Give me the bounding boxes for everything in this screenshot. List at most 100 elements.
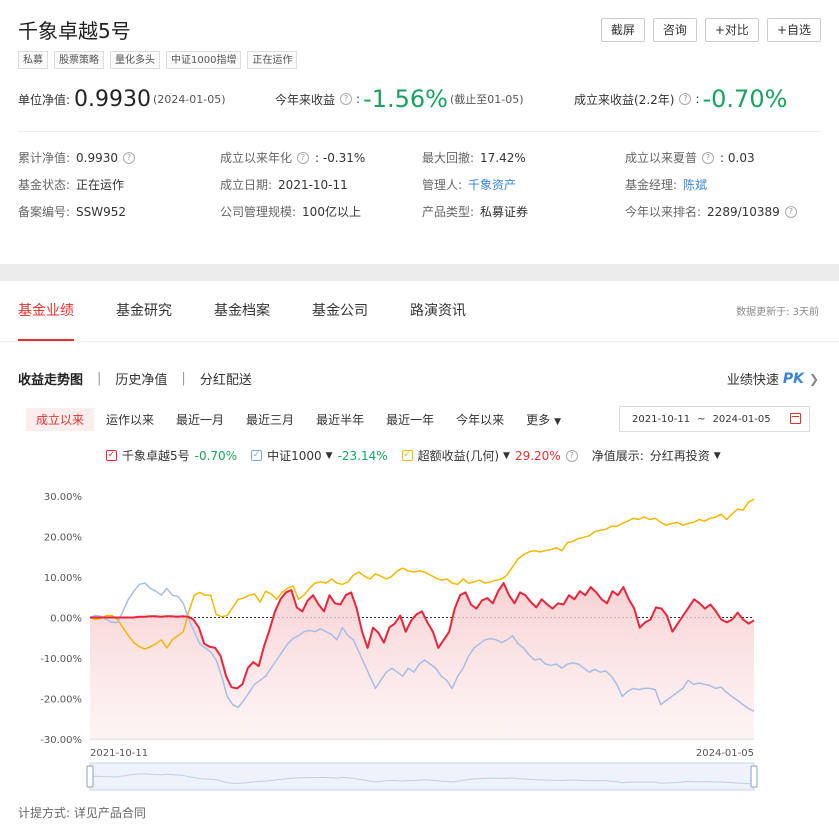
- fund-header-card: 千象卓越5号 私募 股票策略 量化多头 中证1000指增 正在运作 截屏 咨询 …: [0, 0, 839, 264]
- checkbox-checked-icon[interactable]: ✓: [401, 450, 413, 461]
- date-end: 2024-01-05: [712, 413, 771, 425]
- header-actions: 截屏 咨询 +对比 +自选: [600, 18, 821, 42]
- ytd-return: 今年来收益 ? : -1.56% (截止至01-05): [275, 84, 524, 114]
- company-scale-label: 公司管理规模:: [220, 205, 297, 219]
- ytd-colon: :: [356, 92, 361, 106]
- y-tick-label: -20.00%: [40, 695, 82, 706]
- ytd-return-label: 今年来收益: [275, 92, 336, 107]
- y-tick-label: 30.00%: [44, 492, 82, 503]
- checkbox-checked-icon[interactable]: ✓: [106, 450, 117, 461]
- tab-roadshow[interactable]: 路演资讯: [410, 281, 466, 341]
- range-3m[interactable]: 最近三月: [236, 408, 304, 431]
- consult-button[interactable]: 咨询: [652, 18, 697, 42]
- help-icon[interactable]: ?: [784, 205, 797, 218]
- max-drawdown-label: 最大回撤:: [422, 151, 475, 165]
- range-6m[interactable]: 最近半年: [306, 408, 374, 431]
- legend-excess-name: 超额收益(几何): [417, 449, 500, 463]
- help-icon[interactable]: ?: [123, 151, 136, 164]
- legend-fund-name: 千象卓越5号: [122, 449, 190, 463]
- performance-card: 基金业绩 基金研究 基金档案 基金公司 路演资讯 数据更新于: 3天前 收益走势…: [0, 281, 839, 829]
- nav-display-label: 净值展示:: [591, 449, 644, 463]
- company-scale-value: 100亿以上: [302, 205, 361, 219]
- range-more[interactable]: 更多 ▼: [516, 408, 571, 431]
- screenshot-button[interactable]: 截屏: [600, 18, 645, 42]
- caret-down-icon[interactable]: ▼: [503, 451, 510, 461]
- product-type-label: 产品类型:: [422, 205, 475, 219]
- record-number-value: SSW952: [76, 204, 127, 219]
- fund-manager-link[interactable]: 陈斌: [683, 176, 707, 193]
- range-ytd[interactable]: 今年以来: [446, 408, 514, 431]
- since-inception-return: 成立来收益(2.2年) ? : -0.70%: [574, 84, 787, 114]
- watchlist-button[interactable]: +自选: [766, 18, 821, 42]
- tab-company[interactable]: 基金公司: [312, 281, 368, 341]
- tab-research[interactable]: 基金研究: [116, 281, 172, 341]
- range-slider-handle-left[interactable]: [86, 765, 94, 788]
- date-start: 2021-10-11: [632, 413, 691, 425]
- range-since-operation[interactable]: 运作以来: [96, 408, 164, 431]
- fund-status: 基金状态: 正在运作: [18, 176, 124, 193]
- help-icon[interactable]: ?: [297, 151, 310, 164]
- caret-down-icon[interactable]: ▼: [714, 451, 721, 461]
- manager: 管理人: 千象资产: [422, 176, 516, 193]
- tab-profile[interactable]: 基金档案: [214, 281, 270, 341]
- update-note: 数据更新于: 3天前: [736, 307, 819, 318]
- x-tick-label: 2024-01-05: [696, 748, 754, 759]
- divider: [18, 131, 821, 132]
- subtab-return-trend[interactable]: 收益走势图: [18, 369, 83, 388]
- nav-display: 净值展示: 分红再投资 ▼: [592, 447, 721, 464]
- fee-method-note: 计提方式: 详见产品合同: [18, 806, 146, 820]
- range-more-label: 更多: [526, 413, 551, 427]
- y-tick-label: 20.00%: [44, 533, 82, 544]
- range-slider-handle-right[interactable]: [750, 765, 758, 788]
- pk-badge: PK: [782, 370, 804, 387]
- help-icon[interactable]: ?: [340, 93, 353, 105]
- subtab-history-nav[interactable]: 历史净值: [115, 369, 167, 388]
- inception-date-label: 成立日期:: [220, 178, 273, 192]
- tag-private[interactable]: 私募: [18, 51, 48, 69]
- compare-button[interactable]: +对比: [704, 18, 759, 42]
- tag-index-enhanced[interactable]: 中证1000指增: [166, 51, 242, 69]
- tabs-divider: [0, 341, 839, 342]
- separator: |: [97, 371, 102, 386]
- manager-label: 管理人:: [422, 178, 463, 192]
- y-tick-label: -10.00%: [40, 654, 82, 665]
- quick-pk-link[interactable]: 业绩快速 PK ❯: [727, 369, 819, 389]
- fund-manager: 基金经理: 陈斌: [625, 176, 707, 193]
- legend-index-name: 中证1000: [267, 449, 322, 463]
- fund-area: [90, 583, 754, 739]
- ytd-rank-label: 今年以来排名:: [625, 205, 702, 219]
- chart-legend: ✓ 千象卓越5号 -0.70% ✓ 中证1000 ▼ -23.14% ✓ 超额收…: [106, 447, 735, 464]
- range-since-inception[interactable]: 成立以来: [26, 408, 95, 431]
- sharpe-ratio: 成立以来夏普 ? : 0.03: [625, 149, 755, 166]
- legend-excess[interactable]: ✓ 超额收益(几何) ▼ 29.20% ?: [401, 447, 578, 464]
- date-separator: ~: [697, 413, 706, 425]
- manager-link[interactable]: 千象资产: [468, 176, 516, 193]
- subtab-dividends[interactable]: 分红配送: [200, 369, 252, 388]
- legend-fund-value: -0.70%: [194, 448, 238, 463]
- max-drawdown: 最大回撤: 17.42%: [422, 149, 526, 166]
- date-range-picker[interactable]: 2021-10-11 ~ 2024-01-05: [619, 406, 810, 432]
- record-number: 备案编号: SSW952: [18, 203, 126, 220]
- tab-performance[interactable]: 基金业绩: [18, 281, 74, 341]
- help-icon[interactable]: ?: [679, 93, 692, 105]
- nav-display-select[interactable]: 分红再投资: [650, 447, 710, 464]
- tag-strategy[interactable]: 股票策略: [54, 51, 104, 69]
- legend-index[interactable]: ✓ 中证1000 ▼ -23.14%: [251, 447, 388, 464]
- range-1m[interactable]: 最近一月: [166, 408, 234, 431]
- tag-status[interactable]: 正在运作: [247, 51, 298, 69]
- fund-manager-label: 基金经理:: [625, 178, 678, 192]
- tag-quant[interactable]: 量化多头: [110, 51, 160, 69]
- legend-fund[interactable]: ✓ 千象卓越5号 -0.70%: [106, 447, 237, 464]
- since-colon: :: [695, 92, 700, 106]
- help-icon[interactable]: ?: [702, 151, 715, 164]
- x-tick-label: 2021-10-11: [90, 748, 148, 759]
- calendar-icon[interactable]: [790, 413, 801, 424]
- cum-nav: 累计净值: 0.9930 ?: [18, 149, 136, 166]
- caret-down-icon[interactable]: ▼: [326, 451, 333, 461]
- ytd-rank: 今年以来排名: 2289/10389 ?: [625, 203, 797, 220]
- inception-date-value: 2021-10-11: [278, 177, 348, 192]
- help-icon[interactable]: ?: [565, 449, 578, 462]
- range-1y[interactable]: 最近一年: [376, 408, 444, 431]
- legend-index-value: -23.14%: [337, 448, 388, 463]
- checkbox-checked-icon[interactable]: ✓: [251, 450, 263, 461]
